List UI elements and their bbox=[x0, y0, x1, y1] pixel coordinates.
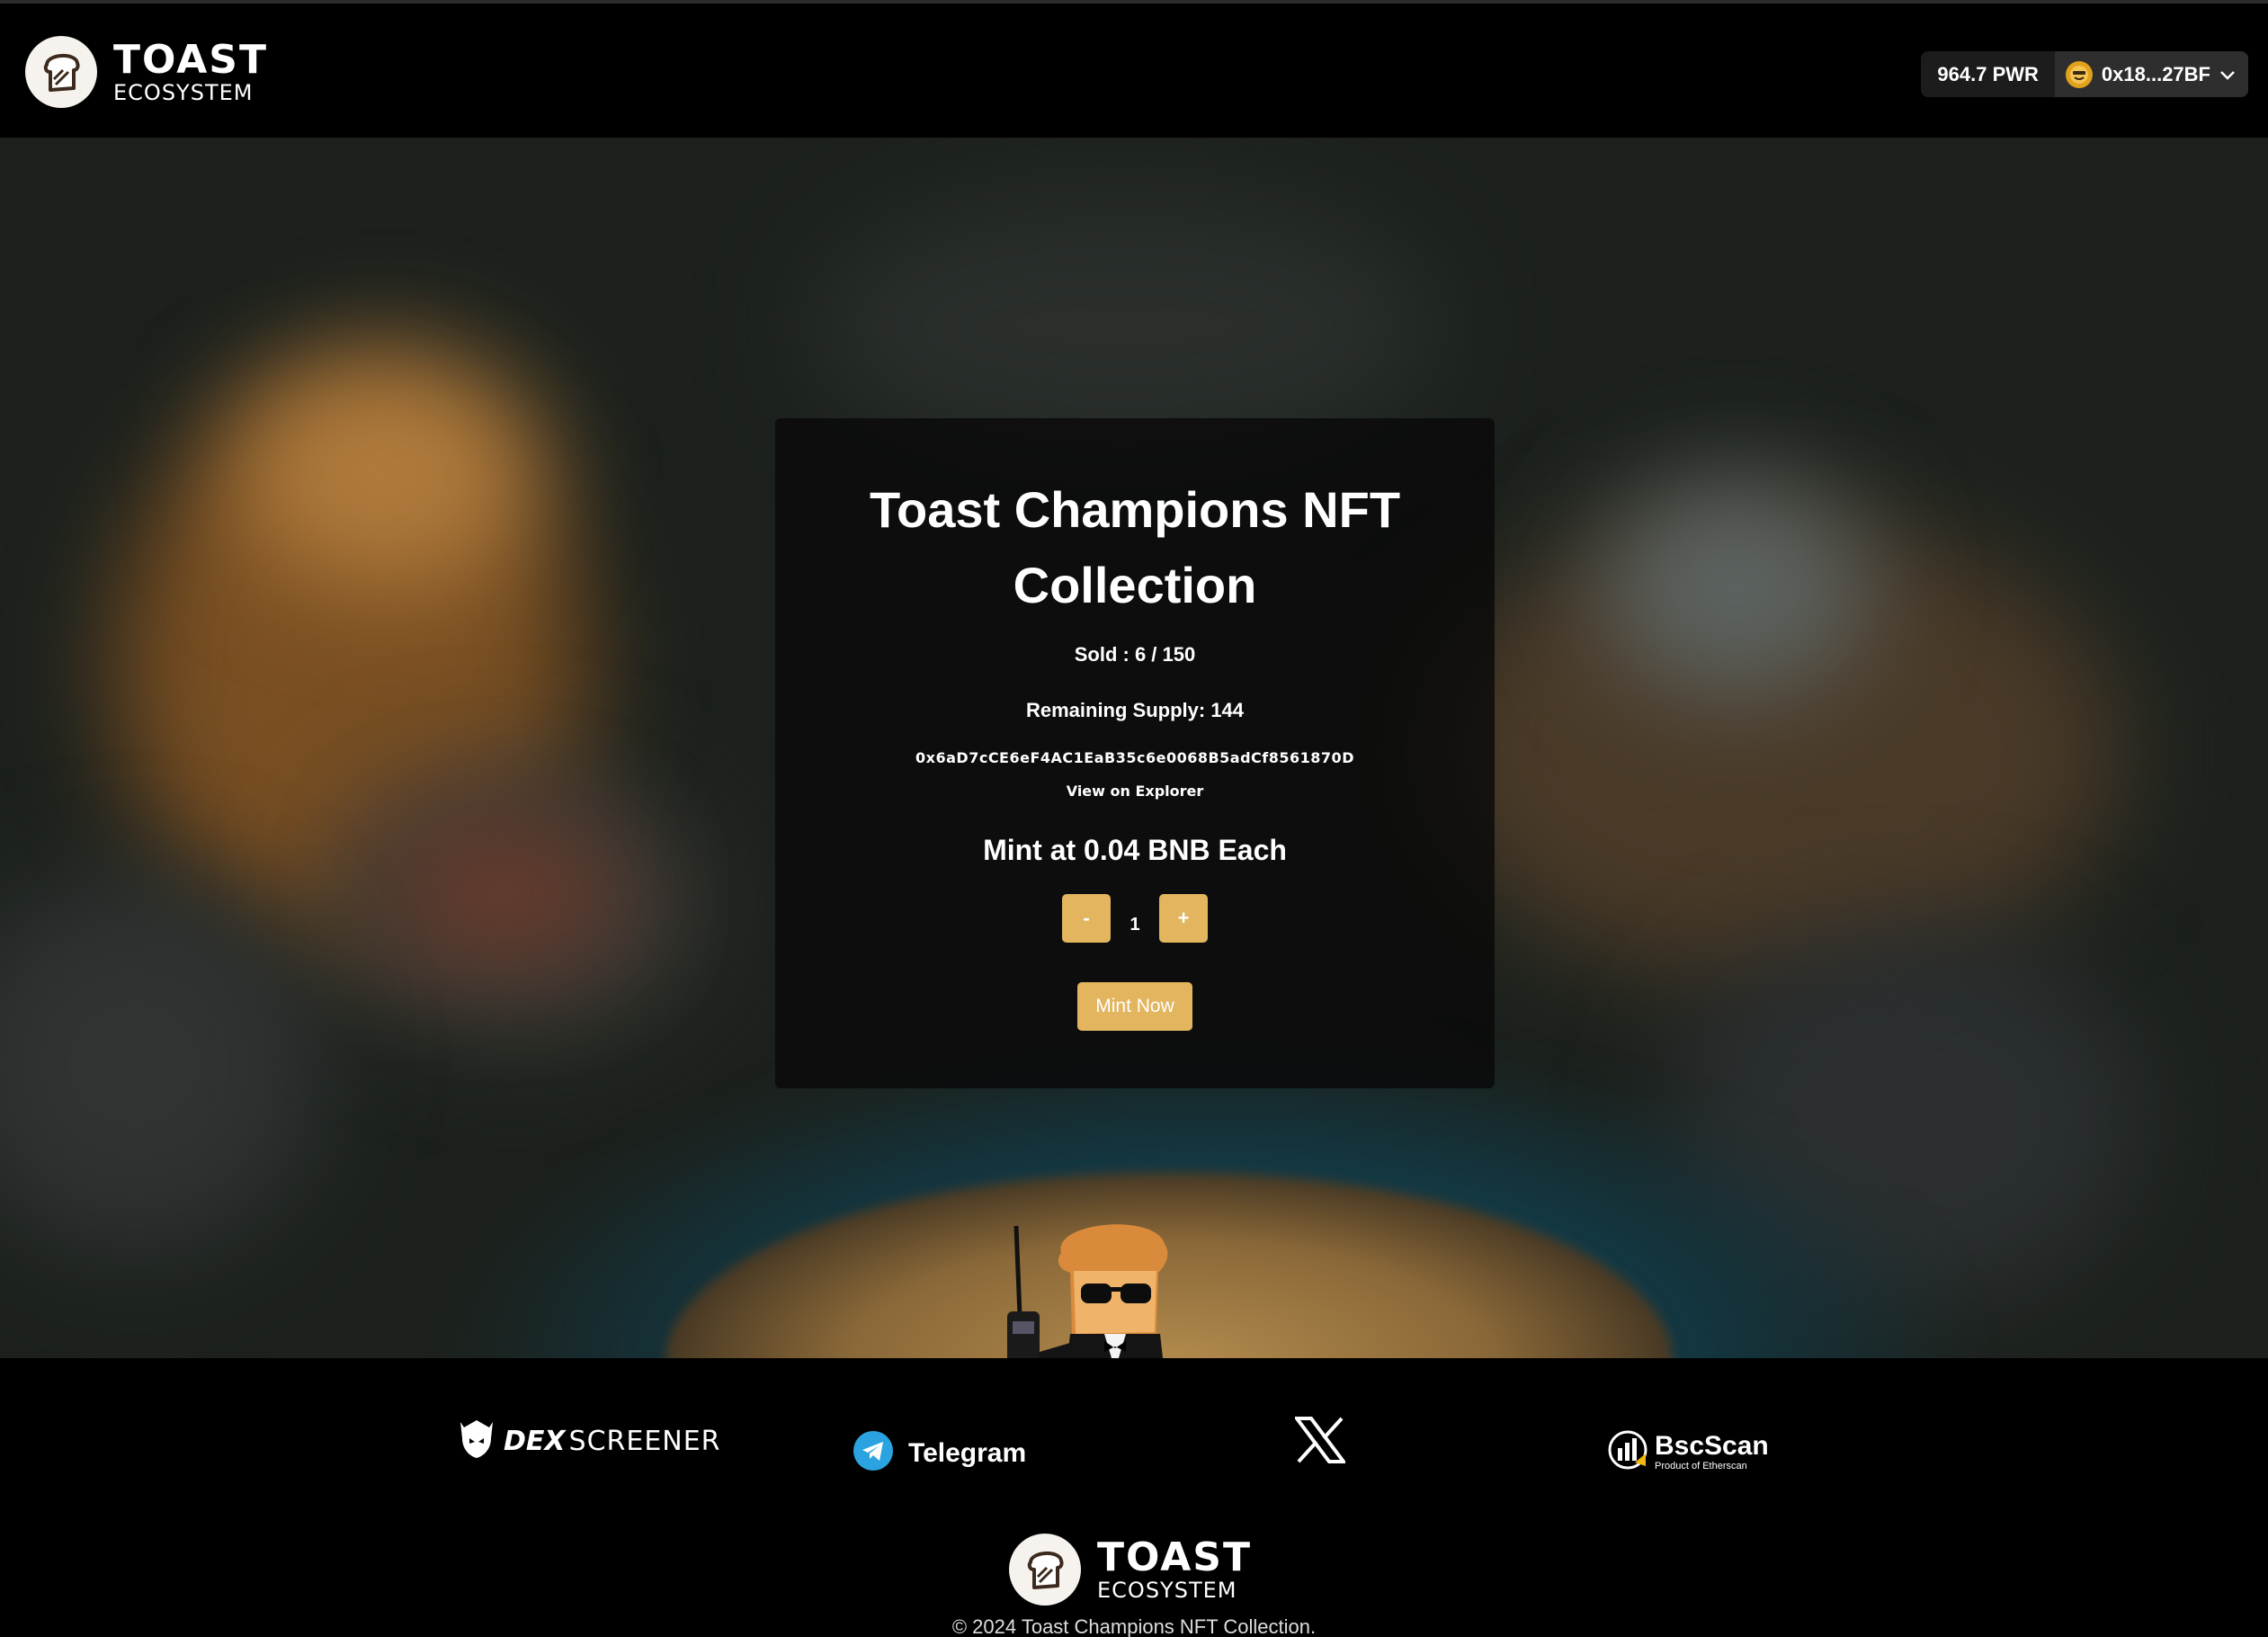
bscscan-sublabel: Product of Etherscan bbox=[1655, 1461, 1747, 1472]
toast-ecosystem-logo[interactable]: TOAST ECOSYSTEM bbox=[25, 36, 268, 108]
toast-agent-mascot-icon bbox=[1007, 1224, 1168, 1358]
footer-logo: TOAST ECOSYSTEM bbox=[1009, 1534, 1252, 1606]
footer-logo-line1: TOAST bbox=[1097, 1534, 1252, 1580]
dexscreener-link[interactable]: DEX SCREENER bbox=[459, 1418, 721, 1464]
mint-now-button[interactable]: Mint Now bbox=[1077, 982, 1192, 1031]
decrement-button[interactable]: - bbox=[1062, 894, 1111, 943]
bscscan-link[interactable]: BscScan Product of Etherscan bbox=[1608, 1430, 1769, 1474]
toast-bread-icon bbox=[25, 36, 97, 108]
copyright-text: © 2024 Toast Champions NFT Collection. bbox=[951, 1615, 1317, 1637]
bg-pot-blur bbox=[1601, 479, 1871, 695]
wallet-widget[interactable]: 964.7 PWR 0x18...27BF bbox=[1921, 51, 2248, 97]
bscscan-label: BscScan bbox=[1655, 1431, 1769, 1461]
wallet-address: 0x18...27BF bbox=[2101, 62, 2210, 85]
top-header: TOAST ECOSYSTEM 964.7 PWR 0x18...27BF bbox=[0, 0, 2268, 138]
telegram-label: Telegram bbox=[908, 1437, 1027, 1468]
dexscreener-part2: SCREENER bbox=[568, 1426, 721, 1457]
dexscreener-logo-icon bbox=[459, 1418, 495, 1464]
telegram-link[interactable]: Telegram bbox=[853, 1430, 1026, 1476]
logo-line2: ECOSYSTEM bbox=[113, 80, 254, 105]
pwr-balance: 964.7 PWR bbox=[1921, 51, 2055, 97]
mint-card: Toast Champions NFT Collection Sold : 6 … bbox=[775, 418, 1495, 1088]
quantity-stepper: - 1 + bbox=[1062, 894, 1208, 943]
view-on-explorer-link[interactable]: View on Explorer bbox=[1067, 783, 1204, 800]
collection-title: Toast Champions NFT Collection bbox=[869, 481, 1401, 613]
mint-price: Mint at 0.04 BNB Each bbox=[983, 834, 1287, 866]
bscscan-logo-icon bbox=[1608, 1430, 1647, 1474]
x-link[interactable] bbox=[1293, 1417, 1347, 1468]
bg-vegetables-blur bbox=[387, 821, 621, 965]
logo-line1: TOAST bbox=[113, 37, 268, 83]
increment-button[interactable]: + bbox=[1159, 894, 1208, 943]
remaining-supply: Remaining Supply: 144 bbox=[1025, 699, 1245, 721]
wallet-address-button[interactable]: 0x18...27BF bbox=[2054, 51, 2248, 97]
x-logo-icon bbox=[1293, 1417, 1347, 1468]
bg-bread-highlight bbox=[234, 353, 540, 587]
chevron-down-icon bbox=[2219, 63, 2236, 86]
quantity-value: 1 bbox=[1130, 914, 1140, 935]
footer-logo-line2: ECOSYSTEM bbox=[1097, 1578, 1237, 1603]
footer: DEX SCREENER Telegram BscScan Product of… bbox=[0, 1358, 2268, 1637]
telegram-icon bbox=[853, 1430, 894, 1476]
face-emoji-icon bbox=[2065, 60, 2093, 88]
sold-count: Sold : 6 / 150 bbox=[1074, 643, 1196, 666]
dexscreener-part1: DEX bbox=[504, 1426, 566, 1457]
toast-bread-icon bbox=[1009, 1534, 1081, 1606]
hero-background: Toast Champions NFT Collection Sold : 6 … bbox=[0, 138, 2268, 1358]
contract-address: 0x6aD7cCE6eF4AC1EaB35c6e0068B5adCf856187… bbox=[915, 749, 1354, 766]
